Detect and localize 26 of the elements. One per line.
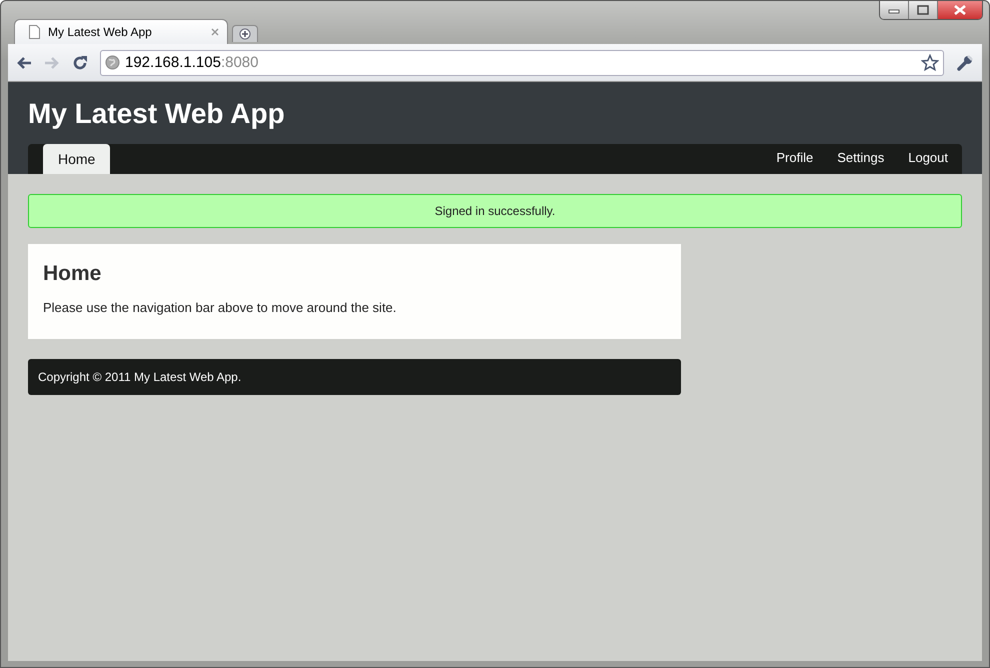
success-message: Signed in successfully.: [28, 194, 962, 228]
plus-icon: [239, 28, 251, 40]
back-icon[interactable]: [16, 56, 32, 70]
nav-tab[interactable]: Home: [43, 144, 110, 174]
nav-link[interactable]: Logout: [898, 150, 958, 174]
new-tab-button[interactable]: [232, 25, 258, 42]
star-icon[interactable]: [921, 54, 939, 72]
reload-icon[interactable]: [72, 54, 88, 70]
browser-tab[interactable]: My Latest Web App: [14, 19, 228, 44]
minimize-button[interactable]: [880, 1, 909, 19]
url-text: 192.168.1.105:8080: [125, 54, 260, 71]
nav-link[interactable]: Settings: [827, 150, 894, 174]
site-title: My Latest Web App: [28, 98, 286, 130]
maximize-icon: [917, 5, 929, 15]
close-button[interactable]: [938, 1, 982, 19]
body-text: Please use the navigation bar above to move around the site.: [43, 300, 398, 315]
copyright-text: Copyright © 2011 My Latest Web App.: [38, 370, 242, 384]
globe-icon: [105, 55, 120, 70]
close-icon[interactable]: [211, 28, 219, 36]
page-icon: [29, 25, 40, 39]
address-bar[interactable]: 192.168.1.105:8080: [100, 50, 944, 76]
page-heading: Home: [43, 262, 102, 286]
nav-link[interactable]: Profile: [766, 150, 824, 174]
wrench-icon[interactable]: [956, 54, 974, 72]
maximize-button[interactable]: [909, 1, 938, 19]
close-icon: [953, 5, 967, 15]
